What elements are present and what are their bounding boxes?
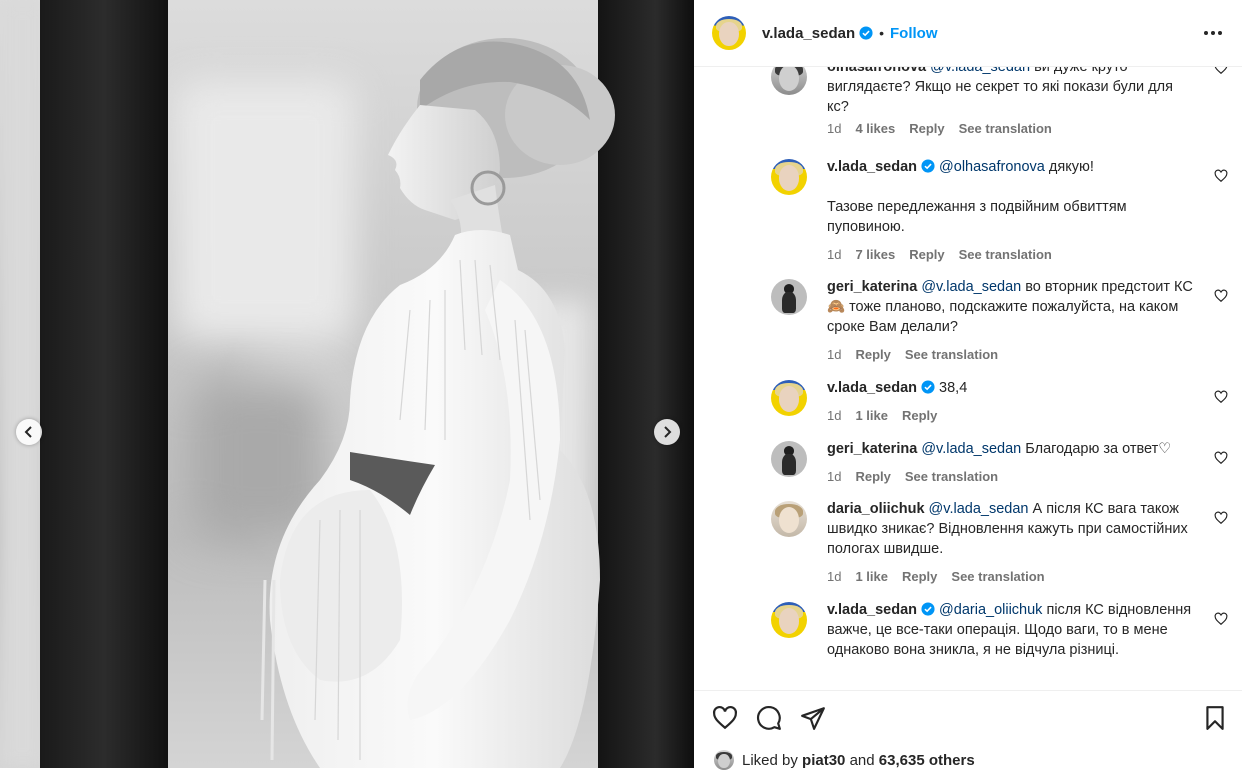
chevron-left-icon bbox=[24, 426, 32, 438]
comment-meta: 1d 1 like Reply bbox=[827, 408, 951, 423]
comment-meta: 1d 7 likes Reply See translation bbox=[827, 247, 1066, 262]
comment-likes[interactable]: 7 likes bbox=[855, 247, 895, 262]
commenter-username[interactable]: daria_oliichuk bbox=[827, 501, 925, 517]
commenter-username[interactable]: geri_katerina bbox=[827, 441, 917, 457]
see-translation-button[interactable]: See translation bbox=[959, 121, 1052, 136]
next-photo-button[interactable] bbox=[654, 419, 680, 445]
heart-icon[interactable] bbox=[712, 705, 738, 731]
author-username[interactable]: v.lada_sedan bbox=[762, 25, 855, 42]
verified-badge-icon bbox=[859, 26, 873, 40]
heart-icon[interactable] bbox=[1214, 169, 1228, 183]
comment-text: geri_katerina @v.lada_sedan во вторник п… bbox=[827, 277, 1195, 337]
photo-background-left bbox=[0, 0, 45, 768]
comment-time: 1d bbox=[827, 408, 842, 423]
comment-content-paragraph: Тазове передлежання з подвійним обвиттям… bbox=[827, 199, 1127, 235]
comment-text: geri_katerina @v.lada_sedan Благодарю за… bbox=[827, 439, 1195, 459]
comment-time: 1d bbox=[827, 247, 842, 262]
author-avatar[interactable] bbox=[712, 16, 746, 50]
liked-by-prefix: Liked by bbox=[742, 751, 798, 769]
post-panel: v.lada_sedan • Follow olhasafronova @v.l… bbox=[694, 0, 1242, 770]
reply-button[interactable]: Reply bbox=[902, 408, 937, 423]
comment-meta: 1d Reply See translation bbox=[827, 347, 1012, 362]
follow-button[interactable]: Follow bbox=[890, 25, 938, 42]
see-translation-button[interactable]: See translation bbox=[959, 247, 1052, 262]
commenter-avatar[interactable] bbox=[771, 67, 807, 95]
comment-mention[interactable]: @olhasafronova bbox=[939, 159, 1045, 175]
comment-meta: 1d Reply See translation bbox=[827, 469, 1012, 484]
see-translation-button[interactable]: See translation bbox=[905, 347, 998, 362]
comment-time: 1d bbox=[827, 347, 842, 362]
heart-icon[interactable] bbox=[1214, 511, 1228, 525]
photo-woman-silhouette bbox=[260, 38, 615, 768]
liker-username[interactable]: piat30 bbox=[802, 752, 845, 769]
commenter-avatar[interactable] bbox=[771, 380, 807, 416]
reply-button[interactable]: Reply bbox=[855, 469, 890, 484]
liked-by-and: and bbox=[849, 751, 875, 769]
separator-dot: • bbox=[879, 25, 885, 41]
heart-icon[interactable] bbox=[1214, 67, 1228, 75]
comment-time: 1d bbox=[827, 469, 842, 484]
comments-list[interactable]: olhasafronova @v.lada_sedan ви дуже крут… bbox=[694, 67, 1242, 690]
post-header: v.lada_sedan • Follow bbox=[694, 0, 1242, 67]
comment-mention[interactable]: @v.lada_sedan bbox=[921, 279, 1021, 295]
comment-text: v.lada_sedan 38,4 bbox=[827, 378, 1195, 398]
commenter-username[interactable]: v.lada_sedan bbox=[827, 602, 917, 618]
share-icon[interactable] bbox=[800, 705, 826, 731]
comment-content: дякую! bbox=[1044, 159, 1094, 175]
comment-likes[interactable]: 1 like bbox=[855, 569, 888, 584]
photo-window-frame-left bbox=[40, 0, 168, 768]
commenter-avatar[interactable] bbox=[771, 602, 807, 638]
heart-icon[interactable] bbox=[1214, 451, 1228, 465]
comment-mention[interactable]: @v.lada_sedan bbox=[921, 441, 1021, 457]
reply-button[interactable]: Reply bbox=[909, 247, 944, 262]
previous-photo-button[interactable] bbox=[16, 419, 42, 445]
comment-mention[interactable]: @daria_oliichuk bbox=[939, 602, 1042, 618]
commenter-username[interactable]: v.lada_sedan bbox=[827, 159, 917, 175]
commenter-username[interactable]: v.lada_sedan bbox=[827, 380, 917, 396]
chevron-right-icon bbox=[664, 426, 672, 438]
reply-button[interactable]: Reply bbox=[855, 347, 890, 362]
verified-badge-icon bbox=[921, 380, 935, 394]
commenter-avatar[interactable] bbox=[771, 441, 807, 477]
comment-time: 1d bbox=[827, 121, 842, 136]
see-translation-button[interactable]: See translation bbox=[951, 569, 1044, 584]
commenter-avatar[interactable] bbox=[771, 279, 807, 315]
post-photo bbox=[0, 0, 694, 768]
heart-icon[interactable] bbox=[1214, 390, 1228, 404]
reply-button[interactable]: Reply bbox=[909, 121, 944, 136]
liker-avatar[interactable] bbox=[714, 750, 734, 770]
comment-likes[interactable]: 1 like bbox=[855, 408, 888, 423]
commenter-username[interactable]: olhasafronova bbox=[827, 67, 926, 75]
bookmark-icon[interactable] bbox=[1202, 705, 1228, 731]
comment-icon[interactable] bbox=[756, 705, 782, 731]
comment-text: v.lada_sedan @olhasafronova дякую! Тазове… bbox=[827, 157, 1195, 237]
commenter-username[interactable]: geri_katerina bbox=[827, 279, 917, 295]
heart-icon[interactable] bbox=[1214, 612, 1228, 626]
comment-text: olhasafronova @v.lada_sedan ви дуже крут… bbox=[827, 67, 1195, 117]
heart-icon[interactable] bbox=[1214, 289, 1228, 303]
verified-badge-icon bbox=[921, 602, 935, 616]
comment-content: Благодарю за ответ♡ bbox=[1021, 441, 1172, 457]
comment-text: daria_oliichuk @v.lada_sedan А після КС … bbox=[827, 499, 1195, 559]
more-options-icon[interactable] bbox=[1202, 22, 1224, 44]
comment-content: 38,4 bbox=[935, 380, 968, 396]
liked-by-row: Liked by piat30 and 63,635 others bbox=[714, 750, 975, 770]
commenter-avatar[interactable] bbox=[771, 501, 807, 537]
comment-likes[interactable]: 4 likes bbox=[855, 121, 895, 136]
comment-time: 1d bbox=[827, 569, 842, 584]
comment-mention[interactable]: @v.lada_sedan bbox=[930, 67, 1030, 75]
comment-mention[interactable]: @v.lada_sedan bbox=[929, 501, 1029, 517]
commenter-avatar[interactable] bbox=[771, 159, 807, 195]
likes-count[interactable]: 63,635 others bbox=[879, 752, 975, 769]
reply-button[interactable]: Reply bbox=[902, 569, 937, 584]
comment-meta: 1d 1 like Reply See translation bbox=[827, 569, 1059, 584]
comment-meta: 1d 4 likes Reply See translation bbox=[827, 121, 1066, 136]
post-actions-bar bbox=[694, 690, 1242, 747]
see-translation-button[interactable]: See translation bbox=[905, 469, 998, 484]
verified-badge-icon bbox=[921, 159, 935, 173]
comment-text: v.lada_sedan @daria_oliichuk після КС ві… bbox=[827, 600, 1195, 660]
